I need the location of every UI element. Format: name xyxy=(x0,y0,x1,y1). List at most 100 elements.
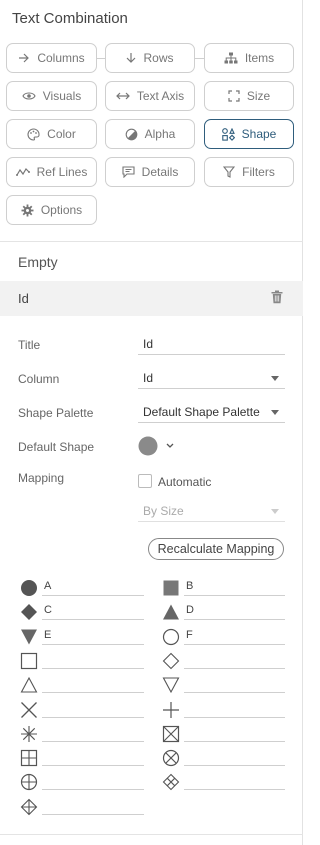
column-label: Column xyxy=(18,372,60,386)
gear-icon xyxy=(21,204,34,216)
arrow-right-icon xyxy=(19,53,30,63)
color-button[interactable]: Color xyxy=(6,119,97,149)
shape-mapping-row[interactable] xyxy=(162,675,285,695)
triangle-down-outline-icon xyxy=(162,677,180,694)
automatic-label: Automatic xyxy=(158,475,212,489)
default-shape-picker[interactable] xyxy=(138,436,178,456)
visuals-label: Visuals xyxy=(42,89,82,103)
trash-icon[interactable] xyxy=(271,290,283,307)
mapping-underline xyxy=(42,740,144,742)
shape-mapping-row[interactable] xyxy=(20,700,144,720)
palette-icon xyxy=(27,127,40,141)
filters-button[interactable]: Filters xyxy=(204,157,294,187)
square-filled-icon xyxy=(163,580,179,596)
shape-mapping-row[interactable]: A xyxy=(20,578,144,598)
size-button[interactable]: Size xyxy=(204,81,294,111)
item-label: Id xyxy=(18,291,29,306)
shape-mapping-row[interactable] xyxy=(162,772,285,792)
mapping-value[interactable]: D xyxy=(186,604,194,616)
shape-mapping-row[interactable] xyxy=(162,724,285,744)
triangle-up-outline-icon xyxy=(20,677,38,693)
chevron-down-icon xyxy=(166,443,174,448)
alpha-button[interactable]: Alpha xyxy=(105,119,195,149)
caret-down-icon xyxy=(271,509,279,514)
alpha-label: Alpha xyxy=(144,127,176,141)
details-label: Details xyxy=(141,165,179,179)
shape-mapping-row[interactable] xyxy=(20,748,144,768)
shape-mapping-row[interactable] xyxy=(162,651,285,671)
circle-shape-icon xyxy=(138,436,158,456)
rows-button[interactable]: Rows xyxy=(105,43,195,73)
connector xyxy=(97,58,105,59)
circle-filled-icon xyxy=(21,580,37,596)
options-button[interactable]: Options xyxy=(6,195,97,225)
mapping-underline xyxy=(184,643,285,645)
mapping-value[interactable]: B xyxy=(186,580,193,592)
shape-mapping-row[interactable] xyxy=(162,700,285,720)
shapes-icon xyxy=(221,127,235,141)
comment-icon xyxy=(122,166,135,178)
shape-mapping-row[interactable]: C xyxy=(20,602,144,622)
mapping-label: Mapping xyxy=(18,471,65,485)
automatic-checkbox[interactable] xyxy=(138,474,152,488)
ref-lines-button[interactable]: Ref Lines xyxy=(6,157,97,187)
column-select[interactable]: Id xyxy=(138,369,285,389)
shape-palette-select[interactable]: Default Shape Palette xyxy=(138,403,285,423)
asterisk-icon xyxy=(21,725,37,742)
shape-palette-label: Shape Palette xyxy=(18,406,94,420)
shape-mapping-row[interactable] xyxy=(20,675,144,695)
shape-button[interactable]: Shape xyxy=(204,119,294,149)
mapping-value[interactable]: A xyxy=(44,580,51,592)
shape-mapping-row[interactable] xyxy=(20,651,144,671)
caret-down-icon xyxy=(271,410,279,415)
divider xyxy=(0,834,303,835)
hierarchy-icon xyxy=(224,52,238,64)
square-plus-icon xyxy=(20,749,38,767)
mapping-underline xyxy=(184,740,285,742)
mapping-underline xyxy=(184,765,285,767)
shape-mapping-row[interactable] xyxy=(20,724,144,744)
x-cross-icon xyxy=(21,701,37,718)
visuals-button[interactable]: Visuals xyxy=(6,81,97,111)
shape-mapping-row[interactable]: D xyxy=(162,602,285,622)
color-label: Color xyxy=(47,127,76,141)
filter-icon xyxy=(223,166,236,178)
divider xyxy=(0,241,303,242)
mapping-underline xyxy=(184,667,285,669)
eye-icon xyxy=(22,92,36,100)
mapping-underline xyxy=(42,595,144,596)
text-axis-label: Text Axis xyxy=(136,89,185,103)
details-button[interactable]: Details xyxy=(105,157,195,187)
shape-mapping-row[interactable]: F xyxy=(162,627,285,647)
title-input[interactable]: Id xyxy=(138,335,285,355)
circle-outline-icon xyxy=(162,628,180,645)
filters-label: Filters xyxy=(242,165,275,179)
circle-plus-icon xyxy=(20,774,38,791)
diamond-filled-icon xyxy=(21,604,37,621)
square-x-icon xyxy=(162,725,180,742)
default-shape-label: Default Shape xyxy=(18,440,95,454)
selected-item-row[interactable]: Id xyxy=(0,281,303,316)
items-button[interactable]: Items xyxy=(204,43,294,73)
recalculate-mapping-button[interactable]: Recalculate Mapping xyxy=(148,538,284,560)
items-label: Items xyxy=(244,51,275,65)
shape-mapping-row[interactable] xyxy=(162,748,285,768)
mapping-value[interactable]: E xyxy=(44,629,51,641)
mapping-underline xyxy=(42,789,144,791)
mapping-value[interactable]: F xyxy=(186,629,193,641)
columns-button[interactable]: Columns xyxy=(6,43,97,73)
columns-label: Columns xyxy=(37,51,85,65)
mapping-value[interactable]: C xyxy=(44,604,52,616)
shape-mapping-row[interactable] xyxy=(20,797,144,817)
shape-mapping-row[interactable]: E xyxy=(20,627,144,647)
mapping-underline xyxy=(42,765,144,767)
mapping-underline xyxy=(42,643,144,645)
shape-mapping-row[interactable]: B xyxy=(162,578,285,598)
title-value: Id xyxy=(143,337,154,351)
shape-mapping-row[interactable] xyxy=(20,772,144,792)
text-axis-button[interactable]: Text Axis xyxy=(105,81,195,111)
plus-icon xyxy=(163,701,179,718)
title-label: Title xyxy=(18,338,41,352)
panel-title: Text Combination xyxy=(12,10,128,27)
mapping-mode-value: By Size xyxy=(143,504,184,518)
